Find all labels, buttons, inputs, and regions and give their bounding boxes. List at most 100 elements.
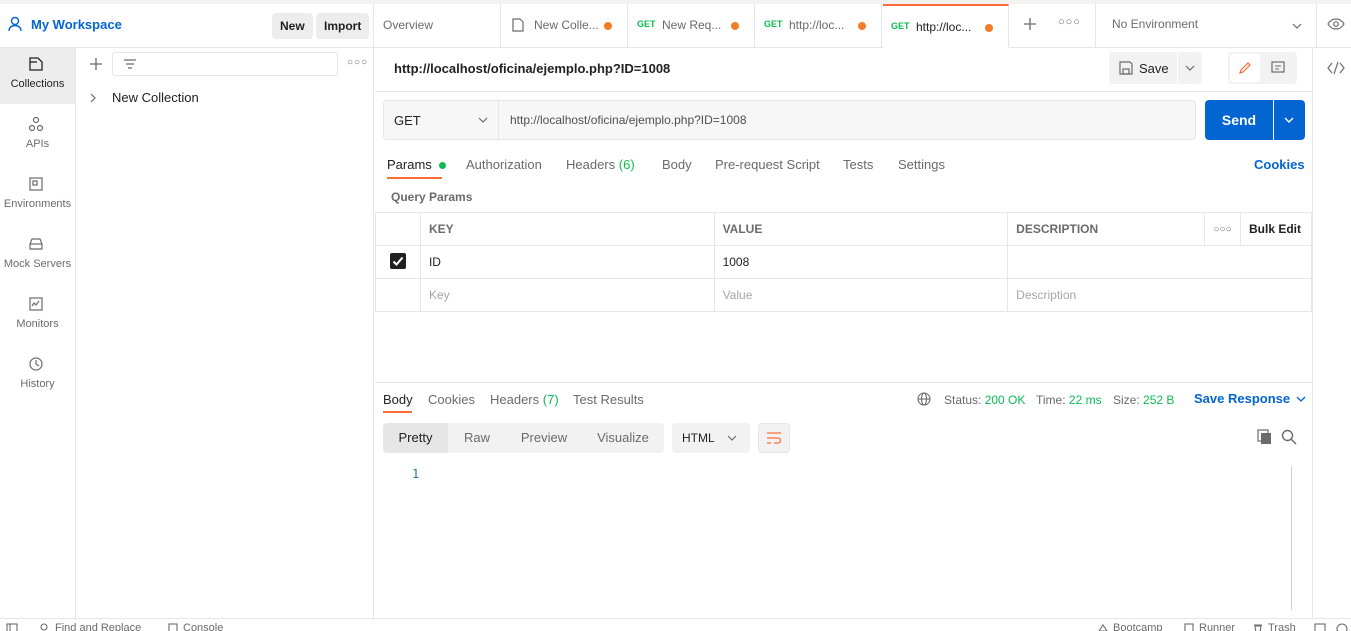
tabs-more-icon[interactable]: ○○○ (1058, 16, 1081, 28)
code-icon[interactable] (1327, 61, 1345, 75)
history-icon (29, 357, 43, 371)
view-visualize-button[interactable]: Visualize (582, 423, 664, 453)
tab-request-localhost-1[interactable]: GET http://loc... (756, 4, 882, 48)
find-replace-label: Find and Replace (55, 622, 142, 631)
tab-settings[interactable]: Settings (898, 157, 945, 172)
row-checkbox[interactable] (389, 252, 406, 269)
rail-item-monitors[interactable]: Monitors (0, 288, 75, 344)
bulk-edit-button[interactable]: Bulk Edit (1240, 212, 1312, 246)
tab-label: http://loc... (789, 18, 845, 32)
param-description-cell[interactable] (1007, 245, 1312, 279)
save-button[interactable]: Save (1109, 52, 1177, 84)
tab-overview[interactable]: Overview (375, 4, 501, 48)
workspace-title[interactable]: My Workspace (31, 17, 122, 32)
rail-item-history[interactable]: History (0, 348, 75, 404)
response-tab-test-results[interactable]: Test Results (573, 392, 644, 407)
description-placeholder[interactable]: Description (1007, 278, 1312, 312)
response-divider[interactable] (375, 382, 1312, 383)
request-title[interactable]: http://localhost/oficina/ejemplo.php?ID=… (394, 61, 670, 76)
table-more-icon[interactable]: ○○○ (1204, 212, 1241, 246)
response-tab-cookies[interactable]: Cookies (428, 392, 475, 407)
wrap-lines-button[interactable] (758, 423, 790, 453)
chevron-down-icon (1296, 396, 1306, 402)
find-replace-button[interactable]: Find and Replace (40, 622, 141, 631)
runner-label: Runner (1199, 622, 1236, 631)
environment-select[interactable]: No Environment (1095, 4, 1317, 48)
value-column-header: VALUE (713, 212, 1009, 246)
filter-input[interactable] (112, 52, 338, 76)
add-collection-plus-icon[interactable] (89, 57, 103, 71)
send-button[interactable]: Send (1205, 100, 1273, 140)
copy-icon[interactable] (1257, 429, 1273, 445)
bootcamp-label: Bootcamp (1113, 622, 1163, 631)
time-value: 22 ms (1068, 393, 1102, 407)
search-icon[interactable] (1281, 429, 1297, 445)
bootcamp-button[interactable]: Bootcamp (1098, 622, 1163, 631)
response-tab-body[interactable]: Body (383, 392, 413, 407)
format-label: HTML (682, 431, 715, 445)
check-icon (392, 256, 404, 266)
pencil-icon (1239, 62, 1251, 74)
new-tab-plus-icon[interactable] (1023, 17, 1037, 31)
console-button[interactable]: Console (168, 622, 223, 631)
import-button[interactable]: Import (316, 13, 370, 39)
sidebar-more-icon[interactable]: ○○○ (347, 57, 368, 68)
method-select[interactable]: GET (384, 101, 499, 139)
tab-new-request[interactable]: GET New Req... (629, 4, 755, 48)
rail-item-apis[interactable]: APIs (0, 108, 75, 164)
tab-method: GET (891, 21, 910, 31)
size-label: Size: (1113, 393, 1140, 407)
eye-icon[interactable] (1327, 18, 1345, 30)
save-response-button[interactable]: Save Response (1194, 391, 1306, 406)
tab-params-underline (387, 177, 442, 179)
tab-headers[interactable]: Headers (6) (566, 157, 635, 172)
view-pretty-button[interactable]: Pretty (383, 423, 448, 453)
param-value-cell[interactable]: 1008 (713, 245, 1009, 279)
format-select[interactable]: HTML (672, 423, 750, 453)
rail-item-environments[interactable]: Environments (0, 168, 75, 224)
tab-new-collection[interactable]: New Colle... (502, 4, 628, 48)
value-placeholder[interactable]: Value (713, 278, 1009, 312)
new-button[interactable]: New (272, 13, 313, 39)
chevron-down-icon (478, 117, 488, 123)
runner-button[interactable]: Runner (1184, 622, 1235, 631)
comment-icon[interactable] (1271, 61, 1285, 75)
key-column-header: KEY (419, 212, 715, 246)
view-preview-button[interactable]: Preview (506, 423, 582, 453)
header-divider (375, 91, 1312, 92)
sidebar-toggle-icon[interactable] (6, 623, 18, 631)
mock-servers-icon (29, 238, 43, 250)
help-icon[interactable] (1336, 623, 1348, 631)
save-dropdown-button[interactable] (1178, 52, 1202, 84)
rail-item-mock-servers[interactable]: Mock Servers (0, 228, 75, 284)
collections-icon (29, 57, 43, 71)
tab-authorization[interactable]: Authorization (466, 157, 542, 172)
tab-tests[interactable]: Tests (843, 157, 873, 172)
url-input[interactable]: http://localhost/oficina/ejemplo.php?ID=… (510, 113, 747, 127)
tab-method: GET (637, 19, 656, 29)
collection-item[interactable]: New Collection (90, 90, 199, 105)
response-headers-label: Headers (490, 392, 540, 407)
view-raw-button[interactable]: Raw (448, 423, 506, 453)
rail-label: Collections (10, 78, 65, 90)
params-active-dot (439, 162, 447, 170)
size-value: 252 B (1143, 393, 1175, 407)
param-key-cell[interactable]: ID (419, 245, 715, 279)
key-placeholder[interactable]: Key (419, 278, 715, 312)
rail-label: Monitors (16, 318, 59, 330)
response-scrollbar[interactable] (1291, 466, 1292, 610)
edit-mode-button[interactable] (1230, 54, 1260, 82)
tab-params[interactable]: Params (387, 157, 447, 172)
tab-request-localhost-2[interactable]: GET http://loc... (883, 4, 1009, 48)
trash-button[interactable]: Trash (1253, 622, 1296, 631)
tab-prerequest-script[interactable]: Pre-request Script (715, 157, 820, 172)
filter-icon (124, 59, 136, 69)
response-tab-headers[interactable]: Headers (7) (490, 392, 559, 407)
rail-item-collections[interactable]: Collections (0, 48, 75, 104)
response-size: Size: 252 B (1113, 393, 1174, 407)
layout-toggle-icon[interactable] (1314, 623, 1326, 631)
send-dropdown-button[interactable] (1274, 100, 1305, 140)
globe-icon[interactable] (917, 392, 931, 406)
tab-body[interactable]: Body (662, 157, 692, 172)
cookies-link[interactable]: Cookies (1254, 157, 1305, 172)
